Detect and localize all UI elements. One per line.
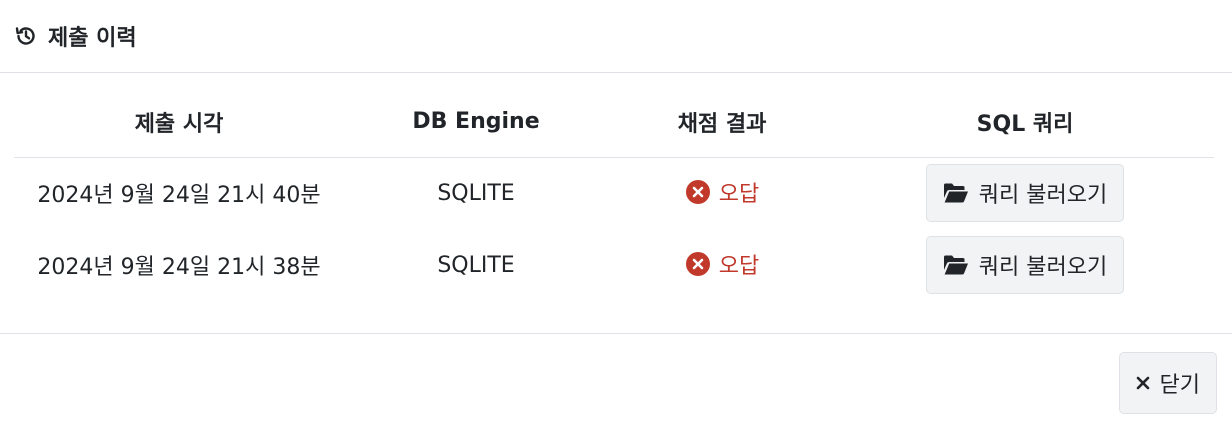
load-query-button[interactable]: 쿼리 불러오기 xyxy=(925,164,1125,223)
cell-engine: SQLITE xyxy=(437,180,515,206)
modal-header: 제출 이력 xyxy=(0,0,1232,73)
header-engine: DB Engine xyxy=(344,87,608,158)
cell-result: 오답 xyxy=(608,157,836,229)
close-icon xyxy=(1136,376,1149,390)
table-row: 2024년 9월 24일 21시 38분 SQLITE 오답 쿼리 불러오기 xyxy=(14,229,1214,301)
result-badge: 오답 xyxy=(685,176,759,208)
cell-time: 2024년 9월 24일 21시 38분 xyxy=(37,255,321,280)
history-icon xyxy=(15,27,35,45)
close-button[interactable]: 닫기 xyxy=(1118,352,1217,414)
result-label: 오답 xyxy=(718,181,760,207)
cell-result: 오답 xyxy=(608,229,836,301)
cell-query: 쿼리 불러오기 xyxy=(836,157,1214,229)
folder-open-icon xyxy=(943,183,968,203)
modal-footer: 닫기 xyxy=(0,333,1232,425)
table-row: 2024년 9월 24일 21시 40분 SQLITE 오답 쿼리 불러오기 xyxy=(14,157,1214,229)
table-header-row: 제출 시각 DB Engine 채점 결과 SQL 쿼리 xyxy=(14,87,1214,158)
header-result: 채점 결과 xyxy=(608,87,836,158)
modal-body: 제출 시각 DB Engine 채점 결과 SQL 쿼리 2024년 9월 24… xyxy=(0,73,1232,333)
cell-time: 2024년 9월 24일 21시 40분 xyxy=(37,183,321,209)
submission-history-table: 제출 시각 DB Engine 채점 결과 SQL 쿼리 2024년 9월 24… xyxy=(14,87,1214,301)
close-label: 닫기 xyxy=(1159,373,1200,398)
header-query: SQL 쿼리 xyxy=(836,87,1214,158)
result-label: 오답 xyxy=(718,253,760,279)
load-query-label: 쿼리 불러오기 xyxy=(978,255,1108,280)
result-badge: 오답 xyxy=(685,248,759,280)
x-circle-icon xyxy=(685,179,710,204)
modal-title-text: 제출 이력 xyxy=(48,26,137,51)
modal-title: 제출 이력 xyxy=(14,20,137,52)
load-query-label: 쿼리 불러오기 xyxy=(978,183,1108,209)
load-query-button[interactable]: 쿼리 불러오기 xyxy=(925,236,1125,294)
x-circle-icon xyxy=(685,251,710,276)
folder-open-icon xyxy=(943,255,968,275)
header-time: 제출 시각 xyxy=(14,87,344,158)
cell-query: 쿼리 불러오기 xyxy=(836,229,1214,301)
cell-engine: SQLITE xyxy=(437,252,515,278)
